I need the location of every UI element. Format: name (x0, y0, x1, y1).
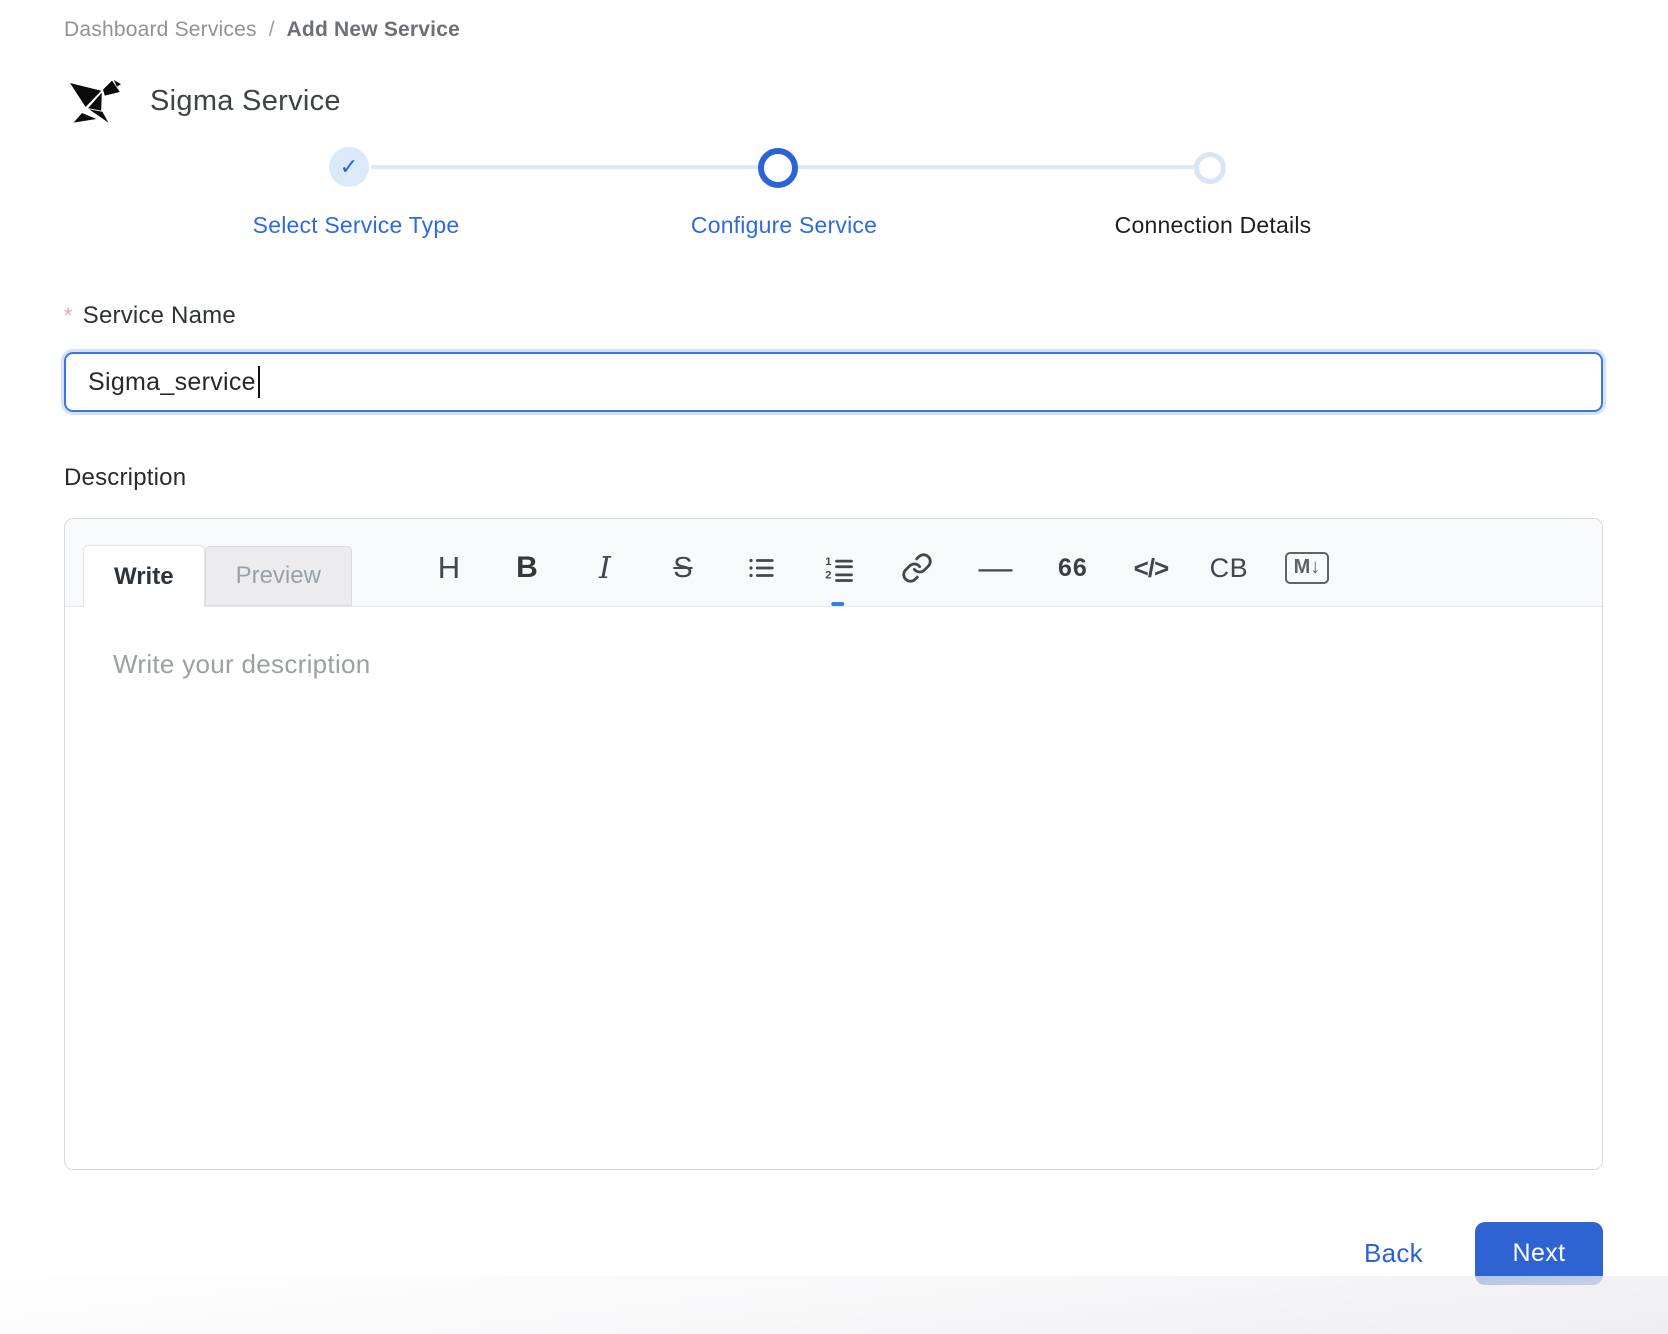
code-block-button[interactable]: CB (1190, 544, 1268, 592)
link-icon (901, 552, 933, 584)
service-name-label-row: * Service Name (64, 302, 1603, 330)
description-editor-area[interactable]: Write your description (65, 607, 1602, 1169)
next-button[interactable]: Next (1475, 1222, 1603, 1285)
formatting-toolbar: H B I S (410, 544, 1346, 592)
breadcrumb: Dashboard Services / Add New Service (64, 18, 1603, 42)
svg-text:2: 2 (825, 570, 831, 582)
breadcrumb-dashboard-services[interactable]: Dashboard Services (64, 18, 257, 42)
step-label-connection-details[interactable]: Connection Details (1115, 212, 1312, 239)
code-block-icon: CB (1210, 553, 1249, 584)
description-placeholder: Write your description (113, 649, 371, 680)
svg-text:1: 1 (825, 556, 831, 568)
heading-icon: H (438, 550, 460, 586)
step-label-configure-service[interactable]: Configure Service (691, 212, 877, 239)
stepper-connector-2 (797, 165, 1195, 169)
service-header: Sigma Service (64, 70, 1603, 132)
required-marker: * (64, 303, 73, 328)
strikethrough-button[interactable]: S (644, 544, 722, 592)
step-completed-circle[interactable]: ✓ (329, 147, 369, 187)
service-name-input[interactable]: Sigma_service (64, 352, 1603, 412)
add-new-service-page: Dashboard Services / Add New Service Sig… (0, 0, 1668, 1334)
page-title: Sigma Service (150, 85, 341, 118)
toolbar-active-indicator (831, 602, 844, 606)
markdown-icon: M↓ (1285, 552, 1330, 584)
editor-tabs: Write Preview (83, 545, 352, 606)
strikethrough-icon: S (673, 552, 692, 585)
ordered-list-button[interactable]: 1 2 (800, 544, 878, 592)
editor-toolbar-strip: Write Preview H B I S (65, 519, 1602, 607)
step-active-circle[interactable] (758, 148, 798, 188)
step-label-select-service-type[interactable]: Select Service Type (253, 212, 460, 239)
horizontal-rule-button[interactable]: — (956, 544, 1034, 592)
bold-button[interactable]: B (488, 544, 566, 592)
heading-button[interactable]: H (410, 544, 488, 592)
horizontal-rule-icon: — (978, 549, 1011, 588)
code-button[interactable]: </> (1112, 544, 1190, 592)
back-button[interactable]: Back (1364, 1238, 1423, 1269)
stepper-connector-1 (371, 165, 761, 169)
italic-icon: I (599, 551, 611, 586)
tab-write[interactable]: Write (83, 545, 205, 607)
service-name-label: Service Name (83, 302, 236, 329)
wizard-stepper: ✓ Select Service Type Configure Service … (64, 146, 1603, 250)
service-name-value: Sigma_service (88, 368, 256, 397)
description-editor: Write Preview H B I S (64, 518, 1603, 1170)
ordered-list-icon: 1 2 (822, 553, 856, 583)
text-cursor (258, 366, 260, 398)
bold-icon: B (516, 551, 538, 585)
description-label: Description (64, 464, 1603, 492)
unordered-list-icon (744, 553, 778, 583)
link-button[interactable] (878, 544, 956, 592)
step-upcoming-circle[interactable] (1194, 152, 1226, 184)
markdown-mode-button[interactable]: M↓ (1268, 544, 1346, 592)
tab-preview[interactable]: Preview (205, 546, 352, 606)
italic-button[interactable]: I (566, 544, 644, 592)
breadcrumb-current-page: Add New Service (287, 18, 460, 42)
origami-bird-logo-icon (64, 70, 124, 132)
quote-icon: 66 (1058, 554, 1088, 583)
quote-button[interactable]: 66 (1034, 544, 1112, 592)
unordered-list-button[interactable] (722, 544, 800, 592)
wizard-actions: Back Next (64, 1222, 1603, 1285)
breadcrumb-separator: / (269, 18, 275, 42)
check-icon: ✓ (340, 154, 358, 180)
code-icon: </> (1134, 553, 1169, 584)
